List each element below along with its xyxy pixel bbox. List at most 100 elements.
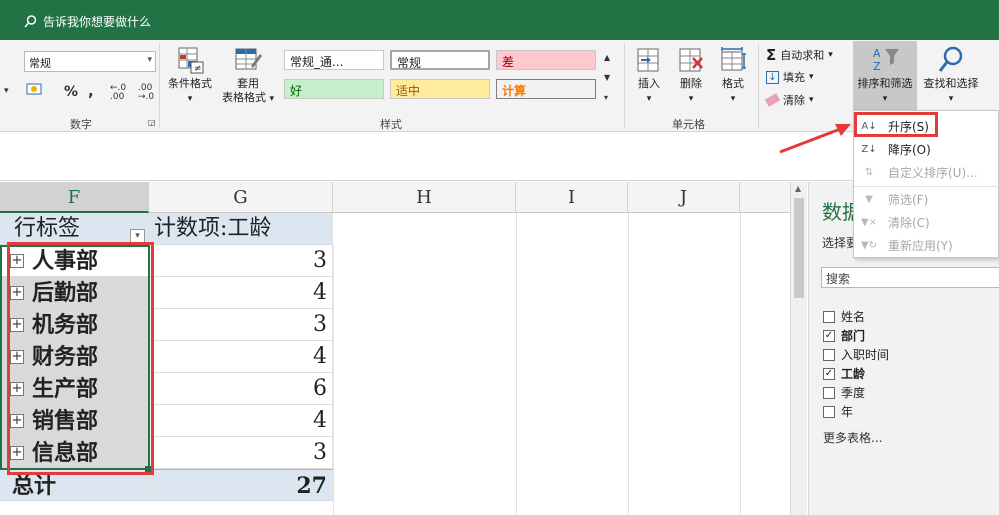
checkbox[interactable] (823, 310, 835, 323)
chevron-down-icon: ▾ (646, 94, 652, 104)
format-as-table-button[interactable]: 套用 表格格式 ▾ (218, 46, 278, 106)
format-cells-icon (721, 47, 746, 71)
style-calculation[interactable]: 计算 (496, 79, 596, 99)
number-format-select[interactable]: 常规 ▾ (24, 51, 156, 72)
pivot-value-header[interactable]: 计数项:工龄 (149, 213, 333, 245)
sort-filter-button[interactable]: AZ 排序和筛选 ▾ (853, 46, 917, 106)
sort-filter-label: 排序和筛选 (857, 77, 913, 90)
style-normal[interactable]: 常规 (390, 50, 490, 70)
table-format-label-2: 表格格式 (221, 91, 266, 104)
menu-item-filter[interactable]: ▼ 筛选(F) (854, 188, 999, 210)
chevron-down-icon[interactable]: ▾ (4, 86, 9, 96)
column-header-h[interactable]: H (333, 182, 516, 213)
menu-item-custom-sort[interactable]: ⇅ 自定义排序(U)... (854, 161, 999, 183)
find-select-button[interactable]: 查找和选择 ▾ (918, 46, 984, 106)
increase-decimal-icon[interactable]: ←.0.00 (110, 84, 132, 102)
chevron-down-icon: ▾ (809, 95, 814, 105)
sigma-icon: Σ (766, 46, 777, 64)
autosum-button[interactable]: Σ 自动求和 ▾ (766, 46, 833, 64)
magnifier-icon (938, 46, 963, 72)
find-select-label: 查找和选择 (923, 77, 979, 90)
chevron-down-icon: ▾ (269, 94, 275, 104)
menu-item-clear[interactable]: ▼× 清除(C) (854, 211, 999, 233)
insert-cells-button[interactable]: 插入 ▾ (630, 46, 668, 106)
autosum-label: 自动求和 (780, 49, 825, 62)
currency-icon[interactable] (26, 82, 46, 98)
pivot-value-cell[interactable]: 4 (149, 341, 333, 373)
title-bar: 告诉我你想要做什么 (0, 0, 999, 40)
group-separator (758, 44, 759, 128)
fill-label: 填充 (783, 71, 805, 84)
format-cells-button[interactable]: 格式 ▾ (714, 46, 752, 106)
checkbox[interactable] (823, 386, 835, 399)
conditional-format-button[interactable]: ≠ 条件格式 ▾ (163, 46, 217, 106)
clear-label: 清除 (783, 94, 805, 107)
pivot-value-cell[interactable]: 3 (149, 437, 333, 469)
checkbox[interactable] (823, 405, 835, 418)
insert-label: 插入 (638, 77, 660, 90)
delete-cells-button[interactable]: 删除 ▾ (672, 46, 710, 106)
vertical-scrollbar[interactable]: ▲ (790, 182, 807, 515)
style-good[interactable]: 好 (284, 79, 384, 99)
checkbox-checked[interactable]: ✓ (823, 329, 835, 342)
field-item[interactable]: 入职时间 (823, 346, 889, 363)
pivot-total-value[interactable]: 27 (149, 469, 333, 501)
pivot-value-cell[interactable]: 6 (149, 373, 333, 405)
row-label-header-text: 行标签 (14, 216, 81, 241)
checkbox-checked[interactable]: ✓ (823, 367, 835, 380)
field-item[interactable]: 季度 (823, 384, 865, 401)
grid-line (516, 213, 517, 515)
pivot-value-cell[interactable]: 3 (149, 245, 333, 277)
style-bad[interactable]: 差 (496, 50, 596, 70)
comma-button[interactable]: , (88, 82, 94, 100)
format-label: 格式 (722, 77, 744, 90)
column-header-j[interactable]: J (628, 182, 740, 213)
annotation-arrow (779, 124, 851, 154)
group-separator (624, 44, 625, 128)
column-header-f[interactable]: F (0, 182, 149, 213)
column-header-blank (740, 182, 790, 213)
decrease-decimal-icon[interactable]: .00 →.0 (138, 84, 160, 102)
filter-dropdown-icon[interactable]: ▾ (130, 229, 145, 243)
insert-cells-icon (637, 48, 659, 72)
field-item[interactable]: 姓名 (823, 308, 865, 325)
menu-item-sort-descending[interactable]: Z↓ 降序(O) (854, 138, 999, 160)
dialog-launcher-icon[interactable]: ◲ (148, 118, 156, 127)
annotation-highlight-box (7, 242, 154, 475)
field-item[interactable]: ✓ 工龄 (823, 365, 865, 382)
clear-filter-icon: ▼× (860, 216, 878, 228)
pivot-value-cell[interactable]: 4 (149, 277, 333, 309)
chevron-down-icon: ▾ (828, 50, 833, 60)
style-neutral[interactable]: 适中 (390, 79, 490, 99)
eraser-icon (764, 93, 781, 107)
scroll-up-icon[interactable]: ▲ (795, 184, 801, 193)
menu-item-reapply[interactable]: ▼↻ 重新应用(Y) (854, 234, 999, 256)
field-item[interactable]: ✓ 部门 (823, 327, 865, 344)
field-item[interactable]: 年 (823, 403, 853, 420)
pivot-value-cell[interactable]: 3 (149, 309, 333, 341)
tell-me-box[interactable]: 告诉我你想要做什么 (24, 13, 151, 30)
chevron-down-icon: ▾ (948, 94, 954, 104)
svg-text:Z: Z (873, 60, 881, 73)
table-format-label-1: 套用 (237, 77, 259, 90)
svg-text:≠: ≠ (194, 64, 202, 74)
styles-scroll-arrows[interactable]: ▲ ▼ ▾ (604, 48, 610, 108)
pivot-value-cell[interactable]: 4 (149, 405, 333, 437)
style-normal-2[interactable]: 常规_通... (284, 50, 384, 70)
fill-button[interactable]: ↓ 填充 ▾ (766, 69, 814, 85)
scrollbar-thumb[interactable] (794, 198, 804, 298)
funnel-icon: ▼ (865, 193, 873, 205)
column-header-g[interactable]: G (149, 182, 333, 213)
more-tables-link[interactable]: 更多表格... (823, 429, 882, 446)
grid-line (333, 245, 334, 515)
percent-button[interactable]: % (64, 84, 78, 100)
clear-button[interactable]: 清除 ▾ (764, 92, 814, 108)
svg-text:A: A (873, 47, 881, 60)
chevron-down-icon: ▾ (809, 72, 814, 82)
checkbox[interactable] (823, 348, 835, 361)
chevron-down-icon: ▾ (688, 94, 694, 104)
pivot-row-label-header[interactable]: 行标签 ▾ (0, 213, 149, 245)
sort-descending-icon: Z↓ (861, 143, 877, 155)
field-search-input[interactable]: 搜索 (821, 267, 999, 288)
column-header-i[interactable]: I (516, 182, 628, 213)
